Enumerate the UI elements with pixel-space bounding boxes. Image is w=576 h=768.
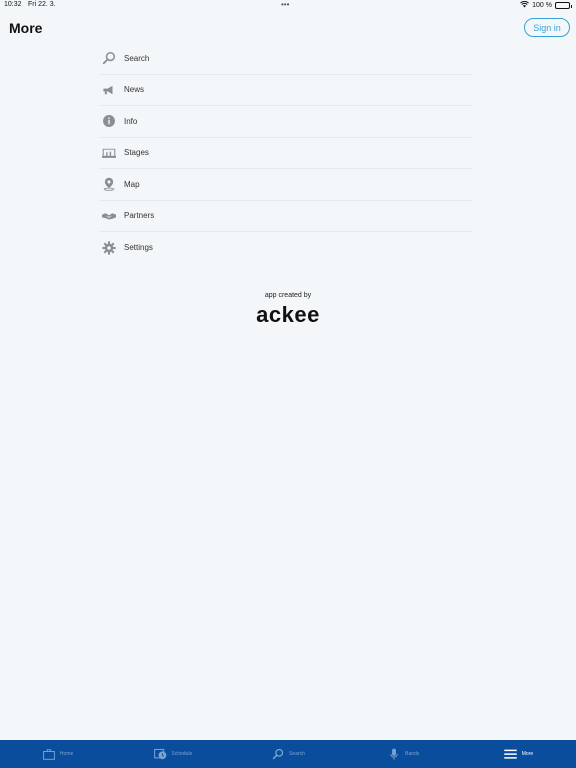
status-right: 100 % xyxy=(520,0,572,10)
menu-item-settings[interactable]: Settings xyxy=(99,232,473,264)
info-icon xyxy=(100,112,118,130)
page-title: More xyxy=(9,20,43,36)
tab-label: Home xyxy=(59,751,74,757)
handshake-icon xyxy=(100,207,118,225)
tab-schedule[interactable]: Schedule xyxy=(115,740,230,768)
tab-label: Schedule xyxy=(171,751,193,757)
gear-icon xyxy=(100,239,118,257)
menu-item-map[interactable]: Map xyxy=(99,169,473,201)
tab-home[interactable]: Home xyxy=(0,740,115,768)
sign-in-button[interactable]: Sign in xyxy=(524,18,570,37)
menu-item-label: Partners xyxy=(124,211,155,221)
menu-icon xyxy=(504,747,518,761)
tab-bar: Home Schedule Search Bands More xyxy=(0,740,576,768)
search-icon xyxy=(100,49,118,67)
menu-item-label: Settings xyxy=(124,243,153,253)
wifi-icon xyxy=(520,0,529,10)
tab-bands[interactable]: Bands xyxy=(346,740,461,768)
menu-item-label: Info xyxy=(124,116,138,126)
microphone-icon xyxy=(387,747,401,761)
tab-label: More xyxy=(521,751,534,757)
app-credit-text: app created by xyxy=(264,292,312,299)
status-time: 10:32 xyxy=(4,1,22,8)
stage-icon xyxy=(100,144,118,162)
menu-item-label: Stages xyxy=(124,148,149,158)
megaphone-icon xyxy=(100,81,118,99)
more-menu-list: Search News Info Stages Map Partners Set… xyxy=(99,43,473,264)
menu-item-search[interactable]: Search xyxy=(99,43,473,75)
menu-item-info[interactable]: Info xyxy=(99,106,473,138)
status-date: Fri 22. 3. xyxy=(28,1,56,8)
search-icon xyxy=(271,747,285,761)
tab-more[interactable]: More xyxy=(461,740,576,768)
map-pin-icon xyxy=(100,175,118,193)
schedule-icon xyxy=(153,747,167,761)
home-icon xyxy=(42,747,56,761)
menu-item-label: Map xyxy=(124,179,140,189)
ackee-logo[interactable]: ackee xyxy=(0,302,576,328)
status-bar: 10:32 Fri 22. 3. ••• 100 % xyxy=(0,0,576,12)
menu-item-label: Search xyxy=(124,53,150,63)
tab-search[interactable]: Search xyxy=(230,740,345,768)
tab-label: Bands xyxy=(405,751,420,757)
multitasking-dots[interactable]: ••• xyxy=(281,0,289,9)
battery-percent: 100 % xyxy=(532,2,552,9)
tab-label: Search xyxy=(289,751,305,757)
menu-item-stages[interactable]: Stages xyxy=(99,138,473,169)
menu-item-label: News xyxy=(124,85,145,95)
menu-item-news[interactable]: News xyxy=(99,75,473,106)
menu-item-partners[interactable]: Partners xyxy=(99,201,473,232)
battery-icon xyxy=(555,2,572,9)
